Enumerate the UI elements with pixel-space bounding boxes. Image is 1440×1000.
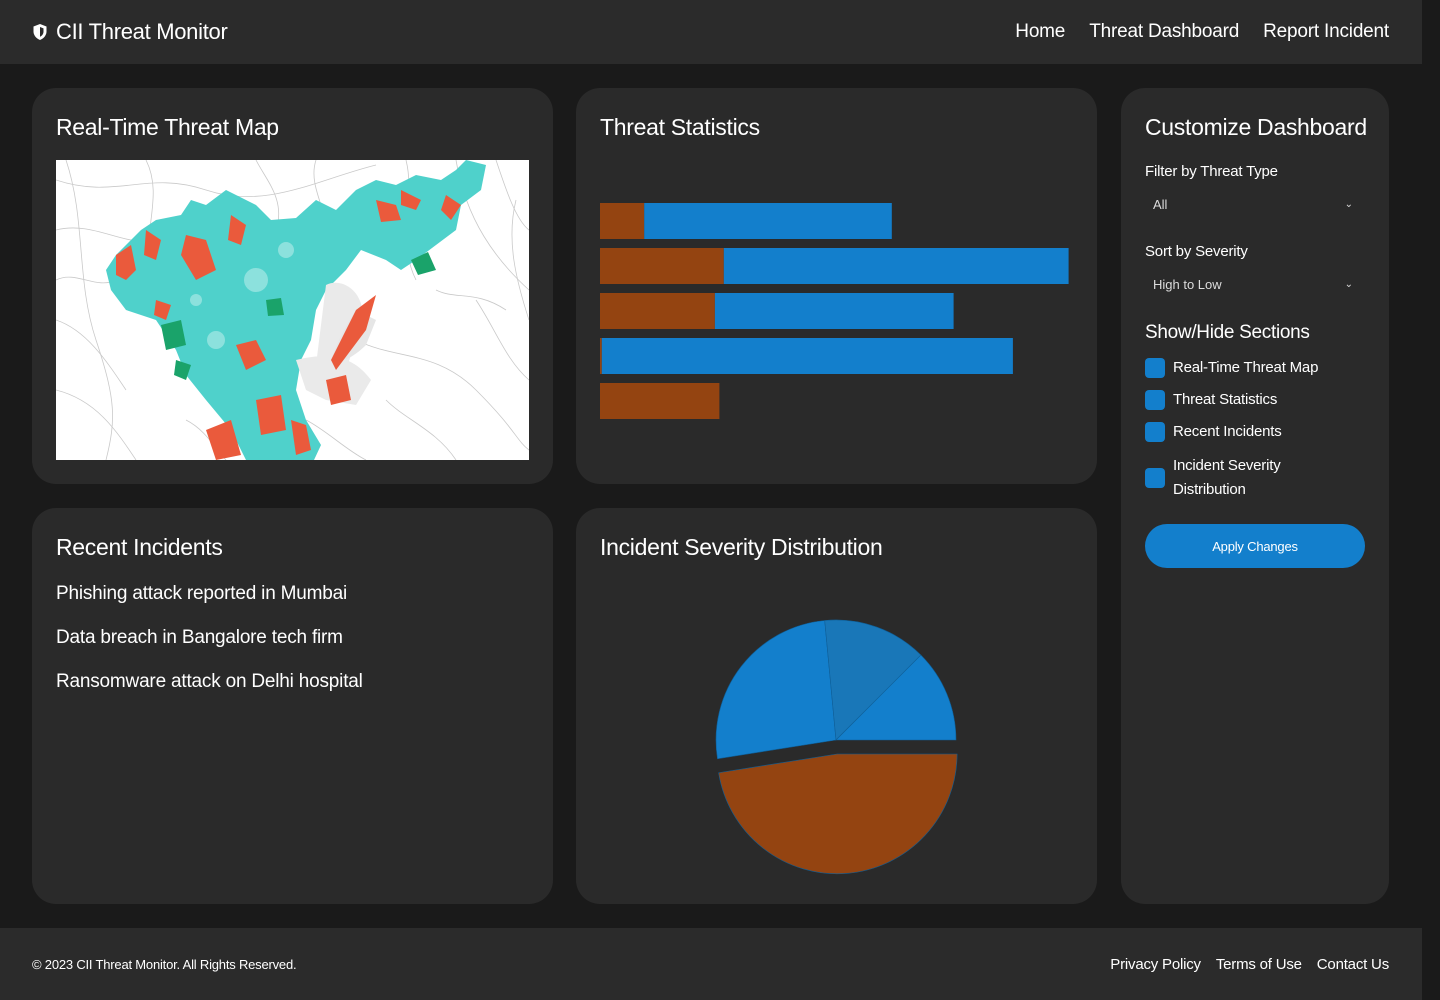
checkbox-label: Real-Time Threat Map [1173,359,1319,376]
threat-statistics-chart [600,203,1069,419]
sort-label: Sort by Severity [1145,243,1248,260]
pie-slice[interactable] [715,620,837,760]
severity-pie-chart [715,619,958,875]
threat-map-image[interactable] [56,160,529,460]
threat-statistics-title: Threat Statistics [600,114,760,140]
customize-title: Customize Dashboard [1145,114,1367,140]
brand-title: CII Threat Monitor [56,19,228,44]
checkbox-label: Threat Statistics [1173,391,1278,408]
threat-map-title: Real-Time Threat Map [56,114,279,140]
india-threat-map [56,160,529,460]
toggle-threat-map[interactable]: Real-Time Threat Map [1145,358,1323,380]
top-header: CII Threat Monitor Home Threat Dashboard… [0,0,1422,64]
toggle-recent-incidents[interactable]: Recent Incidents [1145,422,1323,444]
bar-segment[interactable] [600,293,715,329]
bar-segment[interactable] [714,293,954,329]
checkbox[interactable] [1145,390,1165,410]
apply-changes-button[interactable]: Apply Changes [1145,524,1365,568]
footer: © 2023 CII Threat Monitor. All Rights Re… [0,928,1422,1000]
bar-segment[interactable] [644,203,892,239]
bar-segment[interactable] [600,203,645,239]
chevron-down-icon: ⌄ [1344,278,1353,290]
filter-label: Filter by Threat Type [1145,163,1278,180]
incident-item[interactable]: Phishing attack reported in Mumbai [56,582,363,626]
recent-incidents-card: Recent Incidents Phishing attack reporte… [32,508,553,904]
nav-home[interactable]: Home [1015,21,1065,43]
severity-distribution-card: Incident Severity Distribution [576,508,1097,904]
bar-segment[interactable] [600,383,720,419]
severity-distribution-title: Incident Severity Distribution [600,534,883,560]
bar-segment[interactable] [601,338,1013,374]
contact-us-link[interactable]: Contact Us [1317,956,1389,973]
threat-type-select[interactable]: All ⌄ [1145,188,1365,220]
incident-list: Phishing attack reported in Mumbai Data … [56,582,363,714]
privacy-policy-link[interactable]: Privacy Policy [1110,956,1201,973]
copyright: © 2023 CII Threat Monitor. All Rights Re… [32,956,297,972]
bar-segment[interactable] [600,248,724,284]
nav-threat-dashboard[interactable]: Threat Dashboard [1089,21,1239,43]
shield-icon [33,24,47,40]
checkbox[interactable] [1145,422,1165,442]
terms-of-use-link[interactable]: Terms of Use [1216,956,1302,973]
main-nav: Home Threat Dashboard Report Incident [1015,21,1389,43]
toggle-threat-statistics[interactable]: Threat Statistics [1145,390,1323,412]
checkbox[interactable] [1145,358,1165,378]
bar-segment[interactable] [600,338,602,374]
severity-sort-value: High to Low [1153,276,1222,292]
recent-incidents-title: Recent Incidents [56,534,223,560]
nav-report-incident[interactable]: Report Incident [1263,21,1389,43]
threat-map-card: Real-Time Threat Map [32,88,553,484]
footer-links: Privacy Policy Terms of Use Contact Us [1110,956,1389,973]
brand[interactable]: CII Threat Monitor [32,19,228,45]
toggle-severity-distribution[interactable]: Incident Severity Distribution [1145,454,1323,502]
threat-statistics-card: Threat Statistics [576,88,1097,484]
checkbox[interactable] [1145,468,1165,488]
sections-title: Show/Hide Sections [1145,322,1310,343]
checkbox-label: Recent Incidents [1173,423,1282,440]
bar-segment[interactable] [723,248,1069,284]
severity-sort-select[interactable]: High to Low ⌄ [1145,268,1365,300]
chevron-down-icon: ⌄ [1344,198,1353,210]
incident-item[interactable]: Ransomware attack on Delhi hospital [56,670,363,714]
pie-slice[interactable] [718,753,958,875]
threat-type-value: All [1153,196,1168,212]
incident-item[interactable]: Data breach in Bangalore tech firm [56,626,363,670]
checkbox-label: Incident Severity Distribution [1173,457,1281,498]
customize-panel: Customize Dashboard Filter by Threat Typ… [1121,88,1389,904]
